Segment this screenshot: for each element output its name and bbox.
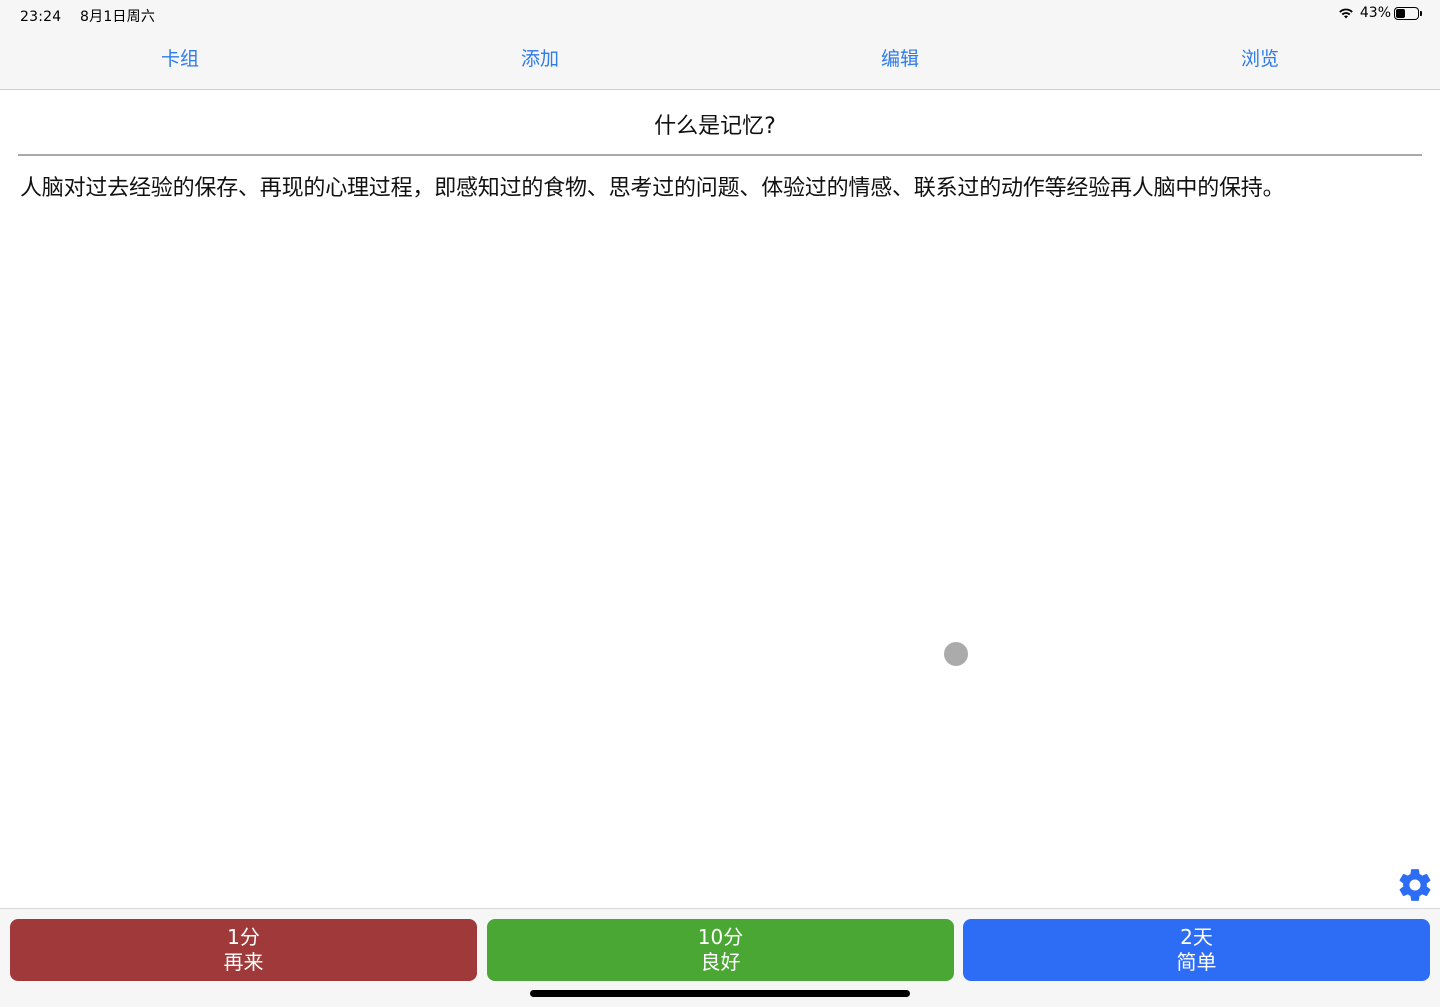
battery-fill [1396,8,1405,18]
toolbar-edit-button[interactable]: 编辑 [720,28,1080,89]
toolbar-decks-button[interactable]: 卡组 [0,28,360,89]
status-time: 23:24 [20,9,62,25]
easy-interval: 2天 [1180,925,1213,949]
card-divider [18,154,1422,156]
good-interval: 10分 [697,925,744,949]
good-label: 良好 [700,950,741,974]
status-date: 8月1日周六 [80,9,156,25]
again-label: 再来 [223,950,264,974]
status-left: 23:24 8月1日周六 [20,6,169,26]
top-toolbar: 卡组 添加 编辑 浏览 [0,28,1440,90]
home-indicator[interactable] [530,990,910,997]
toolbar-browse-button[interactable]: 浏览 [1080,28,1440,89]
card-answer: 人脑对过去经验的保存、再现的心理过程，即感知过的食物、思考过的问题、体验过的情感… [20,176,1285,201]
status-bar: 23:24 8月1日周六 43% [0,0,1440,28]
easy-button[interactable]: 2天 简单 [963,919,1430,981]
again-button[interactable]: 1分 再来 [10,919,477,981]
good-button[interactable]: 10分 良好 [487,919,954,981]
again-interval: 1分 [227,925,260,949]
battery-percent: 43% [1359,5,1391,21]
card-question: 什么是记忆? [654,114,776,139]
wifi-icon [1339,8,1353,19]
touch-indicator [944,642,968,666]
toolbar-add-button[interactable]: 添加 [360,28,720,89]
gear-icon[interactable] [1396,866,1434,904]
easy-label: 简单 [1176,950,1217,974]
status-right: 43% [1338,5,1422,21]
battery-icon [1394,6,1422,20]
